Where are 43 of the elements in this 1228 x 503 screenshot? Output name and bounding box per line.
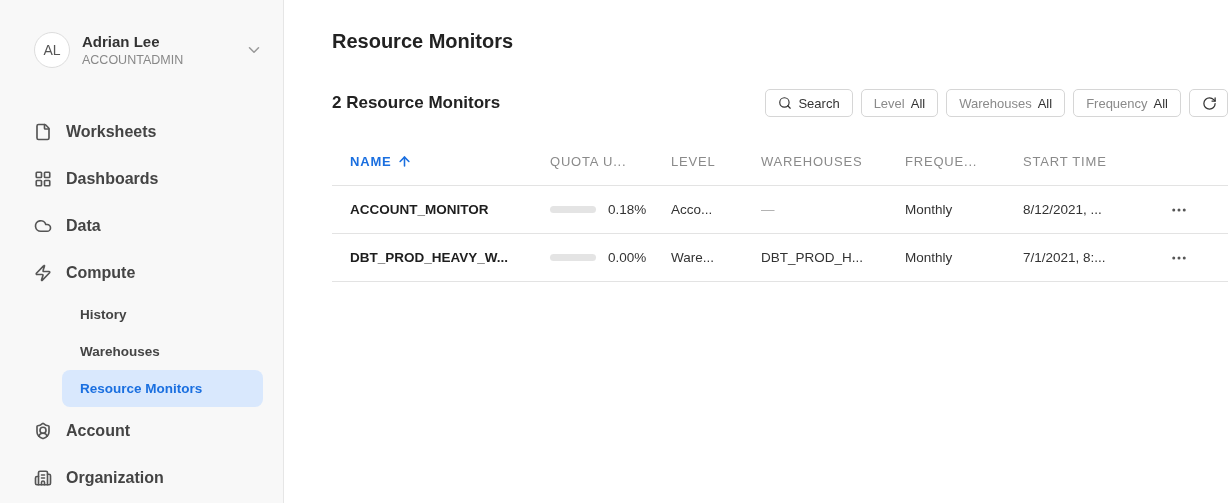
shield-user-icon bbox=[34, 421, 52, 440]
table-cell: DBT_PROD_HEAVY_W... bbox=[332, 234, 532, 282]
table-cell: 8/12/2021, ... bbox=[1005, 186, 1152, 234]
quota-percent: 0.18% bbox=[608, 202, 647, 217]
filter-button[interactable]: Frequency All bbox=[1073, 89, 1181, 117]
avatar: AL bbox=[34, 32, 70, 68]
nav-item[interactable]: Warehouses bbox=[62, 333, 263, 370]
table-cell: DBT_PROD_H... bbox=[743, 234, 887, 282]
grid-icon bbox=[34, 169, 52, 188]
file-icon bbox=[34, 122, 52, 141]
search-button[interactable]: Search bbox=[765, 89, 853, 117]
nav-item[interactable]: Resource Monitors bbox=[62, 370, 263, 407]
table-cell: Ware... bbox=[653, 234, 743, 282]
user-name: Adrian Lee bbox=[82, 33, 161, 50]
table-cell: Acco... bbox=[653, 186, 743, 234]
nav-item[interactable]: Organization bbox=[34, 454, 263, 501]
filter-button[interactable]: Level All bbox=[860, 89, 939, 117]
column-header[interactable]: START TIME bbox=[1005, 137, 1152, 186]
column-header[interactable]: QUOTA U... bbox=[532, 137, 653, 186]
quota-bar bbox=[550, 206, 596, 213]
nav-item[interactable]: Compute bbox=[34, 249, 263, 296]
table-cell: ACCOUNT_MONITOR bbox=[332, 186, 532, 234]
nav-item[interactable]: Worksheets bbox=[34, 108, 263, 155]
table-cell: Monthly bbox=[887, 186, 1005, 234]
quota-bar bbox=[550, 254, 596, 261]
user-role: ACCOUNTADMIN bbox=[82, 53, 185, 67]
filter-button[interactable]: Warehouses All bbox=[946, 89, 1066, 117]
table-cell: 7/1/2021, 8:... bbox=[1005, 234, 1152, 282]
count-heading: 2 Resource Monitors bbox=[332, 93, 502, 113]
building-icon bbox=[34, 468, 52, 487]
nav-item[interactable]: Data bbox=[34, 202, 263, 249]
search-icon bbox=[778, 96, 793, 110]
nav-item[interactable]: Dashboards bbox=[34, 155, 263, 202]
column-header[interactable]: NAME bbox=[332, 137, 532, 186]
refresh-button[interactable] bbox=[1189, 89, 1228, 117]
lightning-icon bbox=[34, 263, 52, 282]
page-title: Resource Monitors bbox=[332, 30, 515, 53]
nav-item[interactable]: History bbox=[62, 296, 263, 333]
table-cell: — bbox=[743, 186, 887, 234]
table-cell: Monthly bbox=[887, 234, 1005, 282]
quota-percent: 0.00% bbox=[608, 250, 647, 265]
refresh-icon bbox=[1202, 95, 1217, 111]
nav-item[interactable]: Account bbox=[34, 407, 263, 454]
